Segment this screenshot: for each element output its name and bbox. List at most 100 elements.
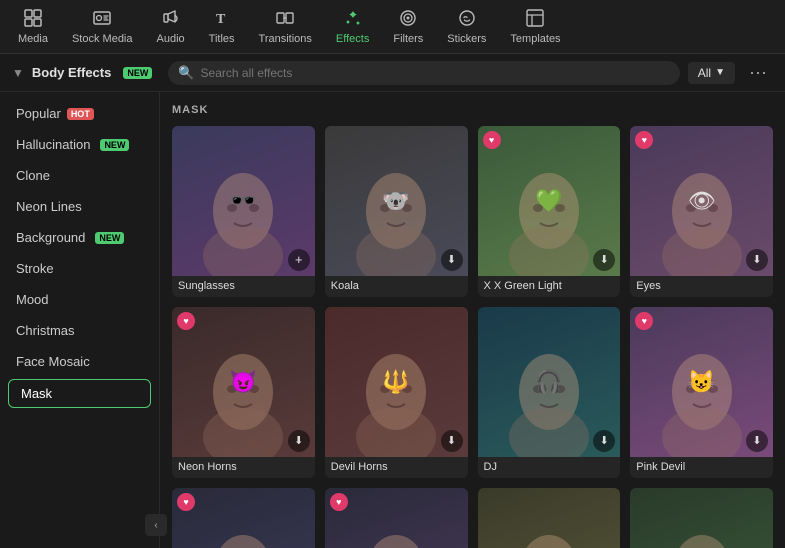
content-area: MASK 🕶️+Sunglasses 🐨⬇Koala 💚♥⬇X X Green …: [160, 92, 785, 548]
sidebar-item-clone[interactable]: Clone: [0, 160, 159, 191]
sunglasses-label: Sunglasses: [172, 276, 315, 297]
dj-action-badge[interactable]: ⬇: [593, 430, 615, 452]
section-label: MASK: [172, 104, 773, 116]
sidebar-mood-label: Mood: [16, 292, 49, 307]
eyes-action-badge[interactable]: ⬇: [746, 249, 768, 271]
sunglasses-action-badge[interactable]: +: [288, 249, 310, 271]
nav-media-label: Media: [18, 33, 48, 45]
nav-stickers-label: Stickers: [447, 33, 486, 45]
pinkdevil-action-badge[interactable]: ⬇: [746, 430, 768, 452]
effect-card-hudglasses[interactable]: 🥽♥⬇Hud Glasses: [325, 488, 468, 548]
nav-media[interactable]: Media: [8, 4, 58, 49]
nav-transitions-label: Transitions: [259, 33, 312, 45]
hot-badge: HOT: [67, 108, 94, 120]
audio-icon: [161, 8, 181, 31]
effect-card-neonhorns[interactable]: 😈♥⬇Neon Horns: [172, 307, 315, 478]
eyes-heart-badge: ♥: [635, 131, 653, 149]
nav-effects-label: Effects: [336, 33, 369, 45]
new-badge: NEW: [123, 67, 152, 79]
nav-stock-media[interactable]: Stock Media: [62, 4, 143, 49]
devilhorns-action-badge[interactable]: ⬇: [441, 430, 463, 452]
filter-chevron-icon: ▼: [715, 67, 725, 78]
effect-card-devilhorns[interactable]: 🔱⬇Devil Horns: [325, 307, 468, 478]
koala-action-badge[interactable]: ⬇: [441, 249, 463, 271]
search-icon: 🔍: [178, 65, 194, 81]
sidebar-item-hallucination[interactable]: Hallucination NEW: [0, 129, 159, 160]
nav-transitions[interactable]: Transitions: [249, 4, 322, 49]
nav-filters-label: Filters: [393, 33, 423, 45]
pinkdevil-heart-badge: ♥: [635, 312, 653, 330]
sidebar: Popular HOT Hallucination NEW Clone Neon…: [0, 92, 160, 548]
nav-titles[interactable]: T Titles: [199, 4, 245, 49]
sidebar-popular-label: Popular: [16, 106, 61, 121]
sidebar-stroke-label: Stroke: [16, 261, 54, 276]
category-title[interactable]: Body Effects: [32, 65, 111, 80]
media-icon: [23, 8, 43, 31]
second-bar: ▼ Body Effects NEW 🔍 All ▼ ···: [0, 54, 785, 92]
effect-card-eyes[interactable]: 👁♥⬇Eyes: [630, 126, 773, 297]
effect-card-koala[interactable]: 🐨⬇Koala: [325, 126, 468, 297]
nav-stickers[interactable]: Stickers: [437, 4, 496, 49]
effect-card-dj[interactable]: 🎧 ⬇ DJ: [478, 307, 621, 478]
more-options-button[interactable]: ···: [743, 60, 773, 85]
effect-card-fairy[interactable]: 🧚⬇Fairy: [630, 488, 773, 548]
stickers-icon: [457, 8, 477, 31]
hudmask-heart-badge: ♥: [177, 493, 195, 511]
effect-card-emojis[interactable]: 😀⬇Emojis: [478, 488, 621, 548]
sidebar-item-face-mosaic[interactable]: Face Mosaic: [0, 346, 159, 377]
nav-effects[interactable]: Effects: [326, 4, 379, 49]
transitions-icon: [275, 8, 295, 31]
effect-card-hudmask[interactable]: 📱♥⬇Hud Mask: [172, 488, 315, 548]
nav-templates[interactable]: Templates: [500, 4, 570, 49]
sidebar-item-christmas[interactable]: Christmas: [0, 315, 159, 346]
sidebar-clone-label: Clone: [16, 168, 50, 183]
neonhorns-heart-badge: ♥: [177, 312, 195, 330]
sidebar-christmas-label: Christmas: [16, 323, 75, 338]
nav-audio[interactable]: Audio: [147, 4, 195, 49]
pinkdevil-label: Pink Devil: [630, 457, 773, 478]
new-badge-hallucination: NEW: [100, 139, 129, 151]
sidebar-item-mood[interactable]: Mood: [0, 284, 159, 315]
xxgreenlight-heart-badge: ♥: [483, 131, 501, 149]
sidebar-background-label: Background: [16, 230, 85, 245]
sidebar-item-stroke[interactable]: Stroke: [0, 253, 159, 284]
titles-icon: T: [212, 8, 232, 31]
devilhorns-label: Devil Horns: [325, 457, 468, 478]
sidebar-item-neon-lines[interactable]: Neon Lines: [0, 191, 159, 222]
sidebar-item-background[interactable]: Background NEW: [0, 222, 159, 253]
effect-card-pinkdevil[interactable]: 😺♥⬇Pink Devil: [630, 307, 773, 478]
sunglasses-overlay: 🕶️: [230, 188, 257, 214]
koala-label: Koala: [325, 276, 468, 297]
sidebar-item-popular[interactable]: Popular HOT: [0, 98, 159, 129]
search-container: 🔍: [168, 61, 679, 85]
new-badge-background: NEW: [95, 232, 124, 244]
filter-all-button[interactable]: All ▼: [688, 62, 735, 84]
sidebar-wrapper: Popular HOT Hallucination NEW Clone Neon…: [0, 92, 160, 548]
top-nav: Media Stock Media Audio T Titles: [0, 0, 785, 54]
sidebar-collapse-button[interactable]: ‹: [145, 514, 167, 536]
search-input[interactable]: [201, 66, 670, 80]
sidebar-facemosaic-label: Face Mosaic: [16, 354, 90, 369]
sidebar-item-mask[interactable]: Mask: [8, 379, 151, 408]
templates-icon: [525, 8, 545, 31]
sidebar-neonlines-label: Neon Lines: [16, 199, 82, 214]
neonhorns-action-badge[interactable]: ⬇: [288, 430, 310, 452]
effect-card-sunglasses[interactable]: 🕶️ + Sunglasses: [172, 126, 315, 297]
svg-text:T: T: [216, 12, 226, 27]
filters-icon: [398, 8, 418, 31]
effect-card-xxgreenlight[interactable]: 💚♥⬇X X Green Light: [478, 126, 621, 297]
dj-overlay: 🎧: [535, 369, 562, 395]
eyes-overlay: 👁: [688, 188, 716, 214]
sidebar-mask-label: Mask: [21, 386, 52, 401]
xxgreenlight-action-badge[interactable]: ⬇: [593, 249, 615, 271]
neonhorns-label: Neon Horns: [172, 457, 315, 478]
hudglasses-heart-badge: ♥: [330, 493, 348, 511]
effects-icon: [343, 8, 363, 31]
nav-templates-label: Templates: [510, 33, 560, 45]
main-layout: Popular HOT Hallucination NEW Clone Neon…: [0, 92, 785, 548]
dropdown-chevron[interactable]: ▼: [12, 66, 24, 80]
xxgreenlight-overlay: 💚: [535, 188, 562, 214]
dj-label: DJ: [478, 457, 621, 478]
nav-filters[interactable]: Filters: [383, 4, 433, 49]
nav-titles-label: Titles: [209, 33, 235, 45]
